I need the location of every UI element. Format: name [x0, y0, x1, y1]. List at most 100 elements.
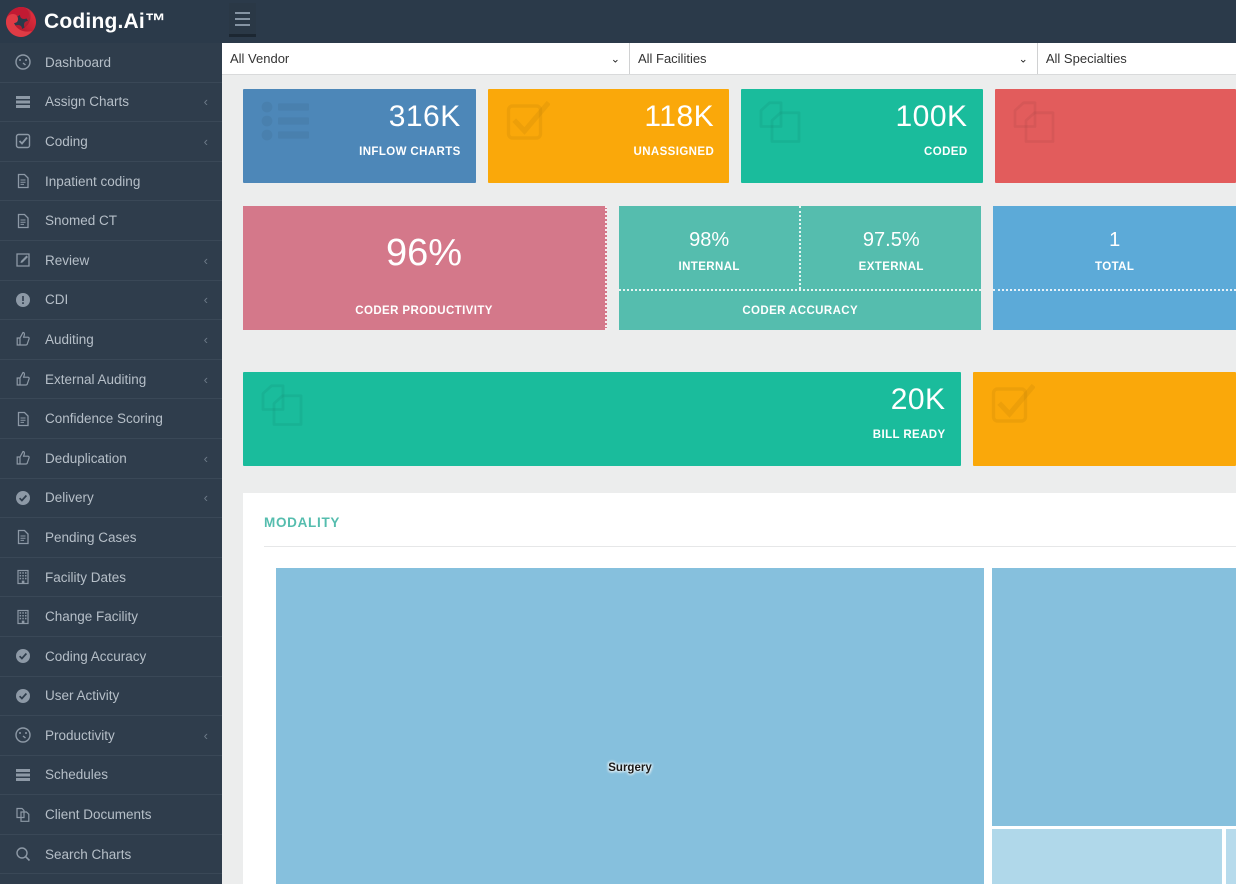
vendor-filter[interactable]: All Vendor ⌄ — [222, 43, 630, 74]
thumbs-up-icon — [13, 329, 33, 349]
sidebar-item-label: Search Charts — [45, 846, 132, 862]
sidebar-item-change-facility[interactable]: Change Facility — [0, 597, 222, 637]
total-value: 1 — [1109, 229, 1121, 251]
stat-card-value: 316K — [388, 100, 461, 133]
sidebar-item-dashboard[interactable]: Dashboard — [0, 43, 222, 83]
check-square-icon — [13, 131, 33, 151]
building-icon — [13, 607, 33, 627]
sidebar-item-label: Snomed CT — [45, 213, 118, 229]
sidebar-item-review[interactable]: Review ‹ — [0, 241, 222, 281]
thumbs-up-icon — [13, 448, 33, 468]
sidebar-item-inpatient-coding[interactable]: Inpatient coding — [0, 162, 222, 202]
coder-productivity-card[interactable]: 96% CODER PRODUCTIVITY — [243, 206, 608, 330]
building-icon — [13, 567, 33, 587]
treemap-tile-cardiology[interactable] — [1224, 826, 1236, 884]
sidebar-item-deduplication[interactable]: Deduplication ‹ — [0, 439, 222, 479]
treemap-tile-primarycare[interactable]: PrimaryCare — [990, 826, 1224, 884]
modality-panel-title: MODALITY — [264, 515, 341, 530]
check-circle-icon — [13, 686, 33, 706]
coder-accuracy-card[interactable]: 98% INTERNAL 97.5% EXTERNAL CODER ACCURA… — [619, 206, 982, 330]
sidebar-item-label: CDI — [45, 292, 69, 308]
stat-card-partial-row3-1[interactable] — [972, 372, 1236, 466]
modality-treemap: Surgery PrimaryCare — [274, 566, 1236, 884]
document-icon — [13, 527, 33, 547]
treemap-tile-radiology[interactable] — [990, 566, 1236, 828]
chevron-left-icon: ‹ — [203, 450, 208, 466]
hamburger-bar — [235, 11, 250, 14]
sidebar-item-label: Coding Accuracy — [45, 648, 147, 664]
sidebar-item-label: Inpatient coding — [45, 173, 141, 189]
sidebar-item-label: Pending Cases — [45, 529, 137, 545]
copy-document-icon — [261, 384, 307, 435]
copy-document-icon — [1013, 101, 1059, 152]
chevron-left-icon: ‹ — [203, 331, 208, 347]
sidebar-item-auditing[interactable]: Auditing ‹ — [0, 320, 222, 360]
stat-card-inflow-charts[interactable]: 316K INFLOW CHARTS — [243, 89, 476, 183]
sidebar-item-client-documents[interactable]: Client Documents — [0, 795, 222, 835]
stat-card-partial-3[interactable] — [994, 89, 1236, 183]
sidebar-item-label: Delivery — [45, 490, 94, 506]
dashboard-icon — [13, 725, 33, 745]
app-title: Coding.Ai™ — [44, 9, 167, 33]
internal-accuracy-segment: 98% INTERNAL — [619, 206, 802, 289]
chevron-down-icon: ⌄ — [1018, 53, 1028, 65]
sidebar-item-coding[interactable]: Coding ‹ — [0, 122, 222, 162]
sidebar-item-label: Review — [45, 252, 90, 268]
chevron-left-icon: ‹ — [203, 727, 208, 743]
sidebar-item-user-activity[interactable]: User Activity — [0, 677, 222, 717]
sidebar-item-label: Assign Charts — [45, 94, 130, 110]
sidebar-item-confidence-scoring[interactable]: Confidence Scoring — [0, 399, 222, 439]
stat-card-label: CODED — [924, 146, 968, 158]
stat-card-bill-ready[interactable]: 20K BILL READY — [243, 372, 961, 466]
document-icon — [13, 211, 33, 231]
chevron-down-icon: ⌄ — [610, 53, 620, 65]
chevron-left-icon: ‹ — [203, 94, 208, 110]
sidebar-item-search-charts[interactable]: Search Charts — [0, 835, 222, 875]
total-card[interactable]: 1 TOTAL — [993, 206, 1236, 330]
total-label: TOTAL — [1095, 261, 1135, 273]
coder-accuracy-segments: 98% INTERNAL 97.5% EXTERNAL — [619, 206, 981, 289]
stat-card-unassigned[interactable]: 118K UNASSIGNED — [487, 89, 730, 183]
copy-document-icon — [1013, 101, 1054, 143]
total-card-top: 1 TOTAL — [993, 206, 1236, 289]
sidebar-item-label: Facility Dates — [45, 569, 127, 585]
specialty-filter[interactable]: All Specialties — [1037, 43, 1236, 74]
treemap-tile-surgery[interactable]: Surgery — [274, 566, 986, 884]
check-square-icon — [506, 100, 551, 140]
sidebar-item-cdi[interactable]: CDI ‹ — [0, 281, 222, 321]
hamburger-bar — [235, 23, 250, 26]
sidebar-item-productivity[interactable]: Productivity ‹ — [0, 716, 222, 756]
sidebar-item-pending-cases[interactable]: Pending Cases — [0, 518, 222, 558]
dashboard-icon — [13, 52, 33, 72]
hamburger-bar — [235, 17, 250, 20]
sidebar-item-facility-dates[interactable]: Facility Dates — [0, 558, 222, 598]
sidebar-item-snomed-ct[interactable]: Snomed CT — [0, 201, 222, 241]
sidebar-item-label: Coding — [45, 133, 88, 149]
sidebar-item-coding-accuracy[interactable]: Coding Accuracy — [0, 637, 222, 677]
check-square-icon — [991, 383, 1036, 433]
chevron-left-icon: ‹ — [203, 292, 208, 308]
chevron-left-icon: ‹ — [203, 133, 208, 149]
check-square-icon — [506, 100, 551, 150]
main-sidebar: Dashboard Assign Charts ‹ Coding ‹ Inpatient … — [0, 43, 222, 884]
sidebar-item-schedules[interactable]: Schedules — [0, 756, 222, 796]
sidebar-item-label: Dashboard — [45, 54, 112, 70]
stat-cards-region: 316K INFLOW CHARTS 118K UNASSIGNED 100K CODED… — [222, 75, 1236, 466]
modality-panel: MODALITY Surgery PrimaryCare — [243, 493, 1236, 884]
sidebar-item-delivery[interactable]: Delivery ‹ — [0, 479, 222, 519]
stat-card-coded[interactable]: 100K CODED — [741, 89, 983, 183]
sidebar-item-external-auditing[interactable]: External Auditing ‹ — [0, 360, 222, 400]
vendor-filter-value: All Vendor — [230, 51, 290, 66]
internal-accuracy-value: 98% — [689, 229, 730, 251]
coder-productivity-label: CODER PRODUCTIVITY — [355, 305, 493, 317]
search-icon — [13, 844, 33, 864]
menu-toggle-button[interactable] — [229, 3, 256, 37]
brand-logo[interactable] — [0, 0, 42, 43]
chevron-left-icon: ‹ — [203, 252, 208, 268]
sidebar-item-assign-charts[interactable]: Assign Charts ‹ — [0, 83, 222, 123]
chevron-left-icon: ‹ — [203, 490, 208, 506]
stat-card-row-1: 316K INFLOW CHARTS 118K UNASSIGNED 100K CODED — [243, 89, 1236, 183]
check-square-icon — [991, 383, 1036, 423]
facility-filter[interactable]: All Facilities ⌄ — [629, 43, 1038, 74]
document-icon — [13, 171, 33, 191]
